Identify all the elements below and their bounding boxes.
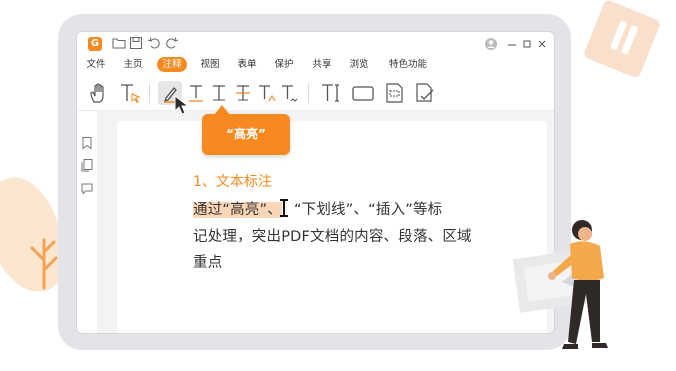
bookmark-icon[interactable] xyxy=(80,136,94,150)
left-sidebar xyxy=(77,111,97,333)
undo-icon[interactable] xyxy=(147,36,161,50)
doc-line-2: 记处理，突出PDF文档的内容、段落、区域 xyxy=(193,229,472,245)
textbox-icon[interactable] xyxy=(351,81,375,105)
decorative-card xyxy=(582,0,662,79)
select-text-icon[interactable] xyxy=(118,81,142,105)
note-check-icon[interactable] xyxy=(412,81,436,105)
doc-heading: 1、文本标注 xyxy=(193,174,272,190)
menu-form[interactable]: 表单 xyxy=(236,57,258,72)
hand-tool-icon[interactable] xyxy=(87,81,111,105)
menu-annotate[interactable]: 注释 xyxy=(157,57,187,72)
menu-browse[interactable]: 浏览 xyxy=(348,57,370,72)
menu-protect[interactable]: 保护 xyxy=(273,57,295,72)
save-icon[interactable] xyxy=(129,36,143,50)
typewriter-icon[interactable] xyxy=(319,81,343,105)
maximize-icon[interactable] xyxy=(520,37,534,51)
document-area: 1、文本标注 通过“高亮”、 “下划线”、“插入”等标 记处理，突出PDF文档的内… xyxy=(97,111,554,333)
menu-share[interactable]: 共享 xyxy=(311,57,333,72)
menu-features[interactable]: 特色功能 xyxy=(385,57,431,72)
person-illustration xyxy=(512,220,608,349)
doc-line-1-rest: “下划线”、“插入”等标 xyxy=(293,202,443,218)
squiggly-text-icon[interactable] xyxy=(277,81,301,105)
minimize-icon[interactable] xyxy=(505,37,519,51)
annotation-toolbar xyxy=(77,74,554,111)
app-window: G 文件 主页 注释 视图 表单 保护 共享 浏览 特色功能 1、文本标注 通过… xyxy=(76,31,555,334)
insert-text-icon[interactable] xyxy=(254,81,278,105)
menu-home[interactable]: 主页 xyxy=(122,57,144,72)
mouse-pointer-icon xyxy=(174,94,190,115)
toolbar-separator xyxy=(308,83,309,103)
close-icon[interactable] xyxy=(535,37,549,51)
tooltip-bubble: “高亮” xyxy=(202,114,290,155)
pages-icon[interactable] xyxy=(80,158,94,172)
strikeout-text-icon[interactable] xyxy=(207,81,231,105)
text-cursor-icon xyxy=(280,199,288,217)
user-avatar-icon[interactable] xyxy=(484,37,498,51)
title-bar: G xyxy=(77,32,554,54)
highlighted-text: 通过“高亮”、 xyxy=(193,202,282,218)
comments-icon[interactable] xyxy=(80,181,94,195)
folder-icon[interactable] xyxy=(112,36,126,50)
toolbar-separator xyxy=(149,83,150,103)
menu-view[interactable]: 视图 xyxy=(199,57,221,72)
redo-icon[interactable] xyxy=(165,36,179,50)
replace-text-icon[interactable] xyxy=(231,81,255,105)
app-logo: G xyxy=(88,37,102,51)
callout-icon[interactable] xyxy=(382,81,406,105)
menu-bar: 文件 主页 注释 视图 表单 保护 共享 浏览 特色功能 xyxy=(77,54,554,74)
doc-line-3: 重点 xyxy=(193,255,223,271)
doc-line-1: 通过“高亮”、 “下划线”、“插入”等标 xyxy=(193,198,442,219)
menu-file[interactable]: 文件 xyxy=(85,57,107,72)
document-page: 1、文本标注 通过“高亮”、 “下划线”、“插入”等标 记处理，突出PDF文档的内… xyxy=(117,121,547,333)
